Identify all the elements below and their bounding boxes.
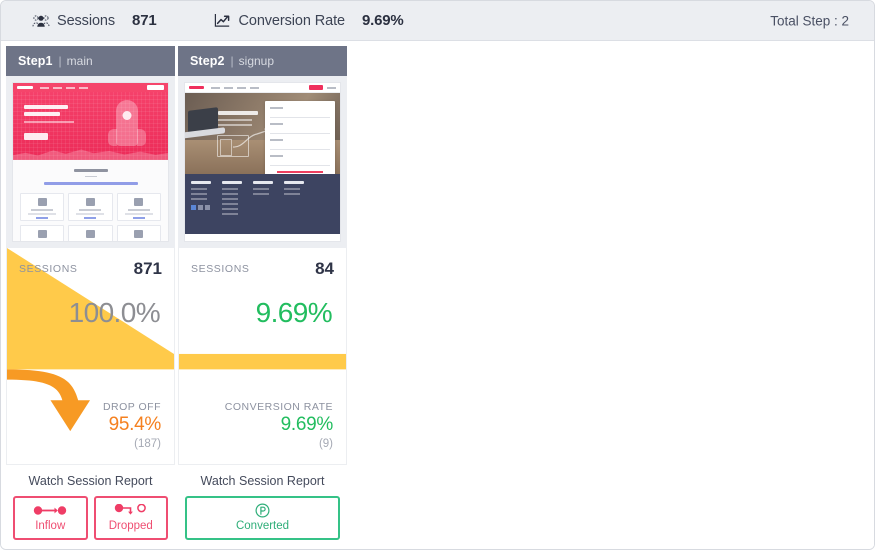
step-1-thumbnail-box[interactable] bbox=[6, 76, 175, 248]
footer-column bbox=[222, 181, 242, 227]
conversion-rate-metric-label: Conversion Rate bbox=[238, 12, 345, 29]
sessions-metric-label: Sessions bbox=[57, 12, 116, 29]
thumb-divider bbox=[84, 176, 97, 177]
step-1-separator: | bbox=[58, 54, 62, 68]
line-chart-up-icon bbox=[212, 12, 232, 30]
conversion-rate-metric: Conversion Rate 9.69% bbox=[212, 12, 404, 30]
step-1-page: main bbox=[66, 54, 93, 68]
thumb-hero-cta bbox=[24, 133, 48, 140]
thumb-nav-button bbox=[147, 85, 164, 90]
thumb-hero-section bbox=[13, 92, 168, 160]
inflow-button[interactable]: Inflow bbox=[13, 496, 88, 540]
inflow-button-label: Inflow bbox=[35, 520, 66, 532]
thumb2-logo bbox=[189, 86, 204, 89]
step-1-rate-value: 95.4% bbox=[108, 414, 162, 435]
step-1-sessions-label: SESSIONS bbox=[19, 263, 78, 275]
step-1-rate-label: DROP OFF bbox=[102, 401, 161, 413]
funnel-step-2: Step2 | signup SESSIONS 84 9.69% CONVERS… bbox=[178, 46, 347, 549]
form-field[interactable] bbox=[270, 107, 330, 118]
empty-steps-area bbox=[350, 46, 874, 549]
form-field[interactable] bbox=[270, 139, 330, 150]
form-field[interactable] bbox=[270, 155, 330, 166]
thumb2-hero-photo bbox=[185, 93, 340, 174]
step-2-sessions-row: SESSIONS 84 bbox=[179, 248, 346, 279]
thumb2-footer bbox=[185, 174, 340, 234]
step-2-rate-label: CONVERSION RATE bbox=[224, 401, 333, 413]
thumb-feature-card bbox=[116, 225, 161, 241]
step-2-sessions-label: SESSIONS bbox=[191, 263, 250, 275]
thumb-feature-card bbox=[20, 225, 65, 241]
step-1-sessions-row: SESSIONS 871 bbox=[7, 248, 174, 279]
inflow-arrow-icon bbox=[33, 504, 67, 517]
form-error-text bbox=[277, 171, 323, 173]
step-2-sessions-value: 84 bbox=[315, 259, 334, 278]
dropped-button-label: Dropped bbox=[108, 520, 153, 532]
thumb-feature-card bbox=[68, 193, 113, 221]
step-2-rate-count: (9) bbox=[318, 438, 333, 450]
thumb2-nav-button bbox=[309, 85, 323, 90]
converted-p-icon bbox=[255, 503, 270, 518]
step-2-metrics: SESSIONS 84 9.69% CONVERSION RATE 9.69% … bbox=[178, 248, 347, 464]
rocket-icon bbox=[108, 100, 146, 146]
thumb-body-section bbox=[13, 160, 168, 241]
thumb-feature-card bbox=[20, 193, 65, 221]
thumb-feature-card bbox=[116, 193, 161, 221]
thumb-feature-card bbox=[68, 225, 113, 241]
thumb-logo bbox=[17, 86, 33, 89]
thumb2-navbar bbox=[185, 83, 340, 93]
step-2-page: signup bbox=[238, 54, 275, 68]
sessions-metric: Sessions 871 bbox=[31, 12, 157, 30]
footer-column bbox=[284, 181, 304, 227]
step-1-watch-title: Watch Session Report bbox=[28, 474, 153, 488]
step-1-watch-section: Watch Session Report Inflow Dropped bbox=[6, 464, 175, 549]
thumb2-nav-links bbox=[211, 86, 259, 89]
converted-button[interactable]: Converted bbox=[185, 496, 340, 540]
step-2-watch-section: Watch Session Report Converted bbox=[178, 464, 347, 549]
conversion-rate-metric-value: 9.69% bbox=[361, 12, 404, 29]
funnel-analytics-app: Sessions 871 Conversion Rate 9.69% Total… bbox=[0, 0, 875, 550]
step-1-rate-block: DROP OFF 95.4% (187) bbox=[7, 401, 174, 450]
dropped-button[interactable]: Dropped bbox=[93, 496, 168, 540]
step-1-rate-count: (187) bbox=[134, 438, 161, 450]
laptop-icon bbox=[188, 107, 218, 133]
thumb-hero-headline bbox=[24, 105, 74, 123]
step-2-header[interactable]: Step2 | signup bbox=[178, 46, 347, 76]
step-1-percent: 100.0% bbox=[68, 297, 161, 328]
step-1-name: Step1 bbox=[18, 54, 53, 68]
thumb-feature-grid bbox=[20, 193, 161, 241]
footer-column bbox=[191, 181, 211, 227]
step-1-sessions-value: 871 bbox=[133, 259, 162, 278]
step-2-thumbnail-box[interactable] bbox=[178, 76, 347, 248]
thumb-nav-links bbox=[40, 86, 88, 89]
summary-topbar: Sessions 871 Conversion Rate 9.69% Total… bbox=[1, 1, 874, 41]
users-group-icon bbox=[31, 12, 51, 30]
form-field[interactable] bbox=[270, 123, 330, 134]
step-2-separator: | bbox=[230, 54, 234, 68]
total-step-label: Total Step : 2 bbox=[770, 13, 849, 28]
funnel-step-1: Step1 | main SESSIONS 871 100.0% DROP OF… bbox=[6, 46, 175, 549]
step-2-watch-title: Watch Session Report bbox=[200, 474, 325, 488]
step-2-rate-value: 9.69% bbox=[280, 414, 334, 435]
step-2-name: Step2 bbox=[190, 54, 225, 68]
funnel-board: Step1 | main SESSIONS 871 100.0% DROP OF… bbox=[1, 41, 874, 549]
signup-page-thumbnail[interactable] bbox=[184, 82, 341, 242]
social-icons bbox=[191, 205, 211, 210]
sessions-metric-value: 871 bbox=[132, 12, 157, 29]
thumb-hero-mountains bbox=[13, 149, 168, 160]
dropped-arrow-icon bbox=[114, 504, 148, 517]
step-1-metrics: SESSIONS 871 100.0% DROP OFF 95.4% (187) bbox=[6, 248, 175, 464]
main-landing-page-thumbnail[interactable] bbox=[12, 82, 169, 242]
thumb-navbar bbox=[13, 83, 168, 92]
footer-column bbox=[253, 181, 273, 227]
step-2-percent: 9.69% bbox=[255, 297, 333, 328]
step-1-header[interactable]: Step1 | main bbox=[6, 46, 175, 76]
converted-button-label: Converted bbox=[235, 520, 290, 532]
step-2-rate-block: CONVERSION RATE 9.69% (9) bbox=[179, 401, 346, 450]
thumb-subheading bbox=[43, 182, 138, 185]
step-2-report-buttons: Converted bbox=[185, 496, 340, 540]
signup-form[interactable] bbox=[265, 101, 335, 174]
step-1-report-buttons: Inflow Dropped bbox=[13, 496, 168, 540]
thumb-section-heading bbox=[73, 169, 108, 172]
thumb2-nav-link bbox=[327, 86, 336, 89]
